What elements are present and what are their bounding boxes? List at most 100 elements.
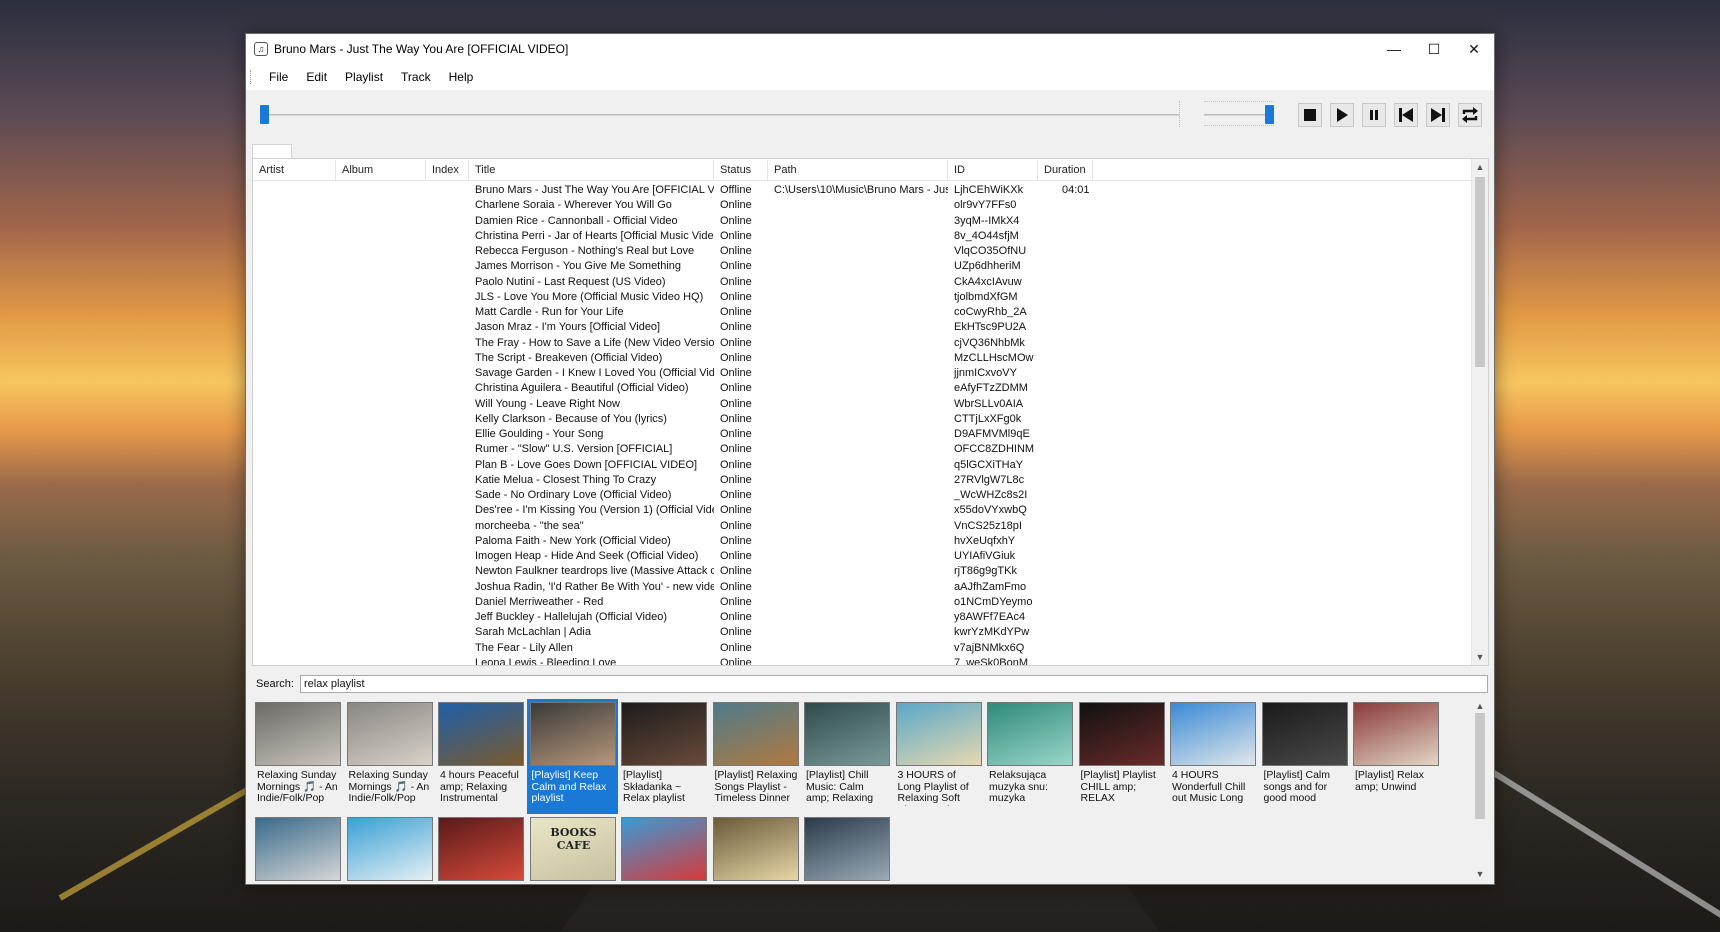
video-thumbnail[interactable] [346,702,433,766]
result-card[interactable]: [Playlist] Relaxing Songs Playlist - Tim… [710,699,802,814]
video-thumbnail[interactable] [621,817,707,881]
column-path[interactable]: Path [768,160,948,180]
video-thumbnail[interactable] [1353,702,1439,766]
video-thumbnail[interactable] [438,702,524,766]
table-row[interactable]: Daniel Merriweather - Red Online o1NCmDYey… [253,595,1471,610]
table-row[interactable]: Joshua Radin, 'I'd Rather Be With You' -… [253,580,1471,595]
table-row[interactable]: Paolo Nutini - Last Request (US Video) On… [253,275,1471,290]
result-card[interactable]: [Playlist] Keep Calm and Relax playlist [526,699,618,814]
result-card[interactable]: 3 HOURS of Long Playlist of Relaxing Sof… [893,699,985,814]
track-list[interactable]: Artist Album Index Title Status Path ID … [252,158,1489,666]
table-row[interactable]: Kelly Clarkson - Because of You (lyrics)… [253,412,1471,427]
table-row[interactable]: Damien Rice - Cannonball - Official Vide… [253,214,1471,229]
table-row[interactable]: Charlene Soraia - Wherever You Will Go On… [253,198,1471,213]
menu-help[interactable]: Help [440,70,483,84]
result-card[interactable]: [Playlist] Playlist CHILL amp; RELAX [1076,699,1168,814]
result-card[interactable] [801,814,893,881]
volume-thumb[interactable] [1265,105,1274,124]
table-row[interactable]: Bruno Mars - Just The Way You Are [OFFIC… [253,183,1471,198]
stop-button[interactable] [1298,103,1322,127]
column-album[interactable]: Album [336,160,426,180]
results-scrollbar[interactable]: ▲ ▼ [1472,699,1489,881]
scroll-down-icon[interactable]: ▼ [1475,652,1485,662]
table-row[interactable]: Sade - No Ordinary Love (Official Video)… [253,488,1471,503]
video-thumbnail[interactable] [1078,702,1165,766]
table-row[interactable]: Jeff Buckley - Hallelujah (Official Vide… [253,610,1471,625]
column-id[interactable]: ID [948,160,1038,180]
table-row[interactable]: Newton Faulkner teardrops live (Massive … [253,564,1471,579]
result-card[interactable] [618,814,710,881]
video-thumbnail[interactable] [346,817,433,881]
video-thumbnail[interactable] [712,817,799,881]
repeat-button[interactable] [1458,103,1482,127]
video-thumbnail[interactable]: BOOKS CAFE [529,817,616,881]
scroll-up-icon[interactable]: ▲ [1475,701,1485,711]
result-card[interactable] [435,814,527,881]
table-row[interactable]: morcheeba - "the sea" Online VnCS25z18pI [253,519,1471,534]
minimize-button[interactable]: — [1374,34,1414,64]
result-card[interactable]: 4 hours Peaceful amp; Relaxing Instrumen… [435,699,527,814]
scroll-up-icon[interactable]: ▲ [1475,162,1485,172]
seek-thumb[interactable] [260,105,269,124]
menu-file[interactable]: File [260,70,297,84]
table-row[interactable]: Christina Perri - Jar of Hearts [Officia… [253,229,1471,244]
result-card[interactable]: [Playlist] Składanka ~ Relax playlist [618,699,710,814]
table-row[interactable]: James Morrison - You Give Me Something On… [253,259,1471,274]
result-card[interactable] [710,814,802,881]
title-bar[interactable]: ♫ Bruno Mars - Just The Way You Are [OFF… [246,34,1494,64]
pause-button[interactable] [1362,103,1386,127]
column-artist[interactable]: Artist [253,160,336,180]
table-row[interactable]: Ellie Goulding - Your Song Online D9AFMVMl… [253,427,1471,442]
play-button[interactable] [1330,103,1354,127]
scrollbar-thumb[interactable] [1475,713,1485,819]
table-row[interactable]: Katie Melua - Closest Thing To Crazy Onli… [253,473,1471,488]
table-row[interactable]: Rebecca Ferguson - Nothing's Real but Lo… [253,244,1471,259]
table-row[interactable]: Sarah McLachlan | Adia Online kwrYzMKdYPw [253,625,1471,640]
menu-edit[interactable]: Edit [297,70,336,84]
result-card[interactable]: Relaxing Sunday Mornings 🎵 - An Indie/Fo… [252,699,344,814]
result-card[interactable] [344,814,436,881]
table-row[interactable]: Jason Mraz - I'm Yours [Official Video] O… [253,320,1471,335]
table-row[interactable]: JLS - Love You More (Official Music Vide… [253,290,1471,305]
table-row[interactable]: Savage Garden - I Knew I Loved You (Offi… [253,366,1471,381]
table-row[interactable]: Des'ree - I'm Kissing You (Version 1) (O… [253,503,1471,518]
table-row[interactable]: Christina Aguilera - Beautiful (Official… [253,381,1471,396]
close-button[interactable]: ✕ [1454,34,1494,64]
video-thumbnail[interactable] [255,817,341,881]
result-card[interactable] [252,814,344,881]
next-button[interactable] [1426,103,1450,127]
column-title[interactable]: Title [469,160,714,180]
table-row[interactable]: Paloma Faith - New York (Official Video)… [253,534,1471,549]
result-card[interactable]: 4 HOURS Wonderfull Chill out Music Long [1167,699,1259,814]
video-thumbnail[interactable] [1170,702,1256,766]
search-input[interactable] [300,675,1488,693]
column-duration[interactable]: Duration [1038,160,1093,180]
track-list-scrollbar[interactable]: ▲ ▼ [1471,159,1488,665]
table-row[interactable]: The Fray - How to Save a Life (New Video… [253,336,1471,351]
result-card[interactable]: Relaksująca muzyka snu: muzyka [984,699,1076,814]
table-row[interactable]: Matt Cardle - Run for Your Life Online coC… [253,305,1471,320]
table-row[interactable]: Leona Lewis - Bleeding Love Online 7_weSk0… [253,656,1471,665]
table-row[interactable]: Will Young - Leave Right Now Online WbrSLL… [253,397,1471,412]
menu-track[interactable]: Track [392,70,440,84]
scrollbar-thumb[interactable] [1475,177,1485,367]
result-card[interactable]: [Playlist] Chill Music: Calm amp; Relaxi… [801,699,893,814]
app-icon[interactable]: ♫ [254,42,268,56]
previous-button[interactable] [1394,103,1418,127]
table-row[interactable]: Rumer - "Slow" U.S. Version [OFFICIAL] On… [253,442,1471,457]
maximize-button[interactable]: ☐ [1414,34,1454,64]
volume-slider[interactable] [1204,101,1274,126]
video-thumbnail[interactable] [255,702,341,766]
menu-playlist[interactable]: Playlist [336,70,392,84]
table-row[interactable]: The Fear - Lily Allen Online v7ajBNMkx6Q [253,641,1471,656]
result-card[interactable]: Relaxing Sunday Mornings 🎵 - An Indie/Fo… [344,699,436,814]
video-thumbnail[interactable] [712,702,799,766]
result-card[interactable]: BOOKS CAFE [527,814,619,881]
video-thumbnail[interactable] [987,702,1073,766]
table-row[interactable]: Plan B - Love Goes Down [OFFICIAL VIDEO]… [253,458,1471,473]
video-thumbnail[interactable] [1261,702,1348,766]
table-row[interactable]: Imogen Heap - Hide And Seek (Official Vi… [253,549,1471,564]
table-row[interactable]: The Script - Breakeven (Official Video) O… [253,351,1471,366]
result-card[interactable]: [Playlist] Relax amp; Unwind [1350,699,1442,814]
column-status[interactable]: Status [714,160,768,180]
